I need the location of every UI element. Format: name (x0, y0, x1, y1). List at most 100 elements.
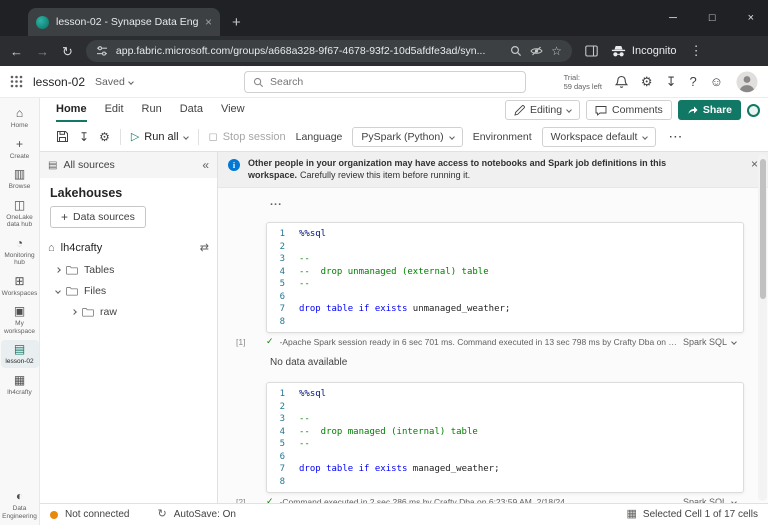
sidebar-item-lh4crafty[interactable]: ▦lh4crafty (1, 371, 39, 399)
code-line[interactable]: 7drop table if exists unmanaged_weather; (267, 303, 743, 316)
close-icon[interactable]: × (748, 12, 754, 24)
sidebar-item-monitoring[interactable]: ◔Monitoring hub (1, 234, 39, 269)
zoom-icon[interactable] (510, 45, 522, 57)
share-button[interactable]: Share (678, 100, 741, 120)
save-status[interactable]: Saved (95, 76, 133, 88)
environment-dropdown[interactable]: Workspace default (542, 127, 657, 147)
help-icon[interactable]: ? (689, 75, 696, 88)
app-rail: ⌂Home +Create ▥Browse ◫OneLake data hub … (0, 98, 40, 525)
cell-language-selector[interactable]: Spark SQL (683, 497, 736, 504)
stop-session-button[interactable]: ◻Stop session (209, 130, 286, 143)
address-bar[interactable]: app.fabric.microsoft.com/groups/a668a328… (86, 40, 572, 62)
reload-icon[interactable]: ↻ (62, 45, 73, 58)
notebook-settings-icon[interactable]: ⚙ (99, 131, 110, 143)
sidebar-item-my-workspace[interactable]: ▣My workspace (1, 302, 39, 337)
code-line[interactable]: 1%%sql (267, 388, 743, 401)
sidebar-item-data-engineering[interactable]: ◐Data Engineering (1, 487, 39, 522)
code-line[interactable]: 2 (267, 241, 743, 254)
autosave-label[interactable]: AutoSave: On (174, 509, 236, 520)
maximize-icon[interactable]: □ (709, 12, 716, 24)
settings-gear-icon[interactable]: ⚙ (641, 75, 653, 88)
banner-close-icon[interactable]: × (751, 158, 758, 170)
back-icon[interactable]: ← (10, 45, 23, 58)
code-line[interactable]: 5-- (267, 278, 743, 291)
status-bar: Not connected ↻ AutoSave: On ▦ Selected … (40, 503, 768, 525)
tree-item-label: raw (100, 306, 117, 318)
presence-avatar[interactable] (747, 104, 760, 117)
search-input[interactable] (270, 76, 517, 88)
more-options-icon[interactable]: ⋯ (668, 128, 682, 145)
stop-session-label: Stop session (223, 131, 286, 143)
tab-run[interactable]: Run (142, 98, 162, 122)
account-avatar[interactable] (736, 71, 758, 93)
notebook-canvas: i Other people in your organization may … (218, 152, 768, 503)
tree-item-tables[interactable]: Tables (40, 259, 217, 280)
downloads-icon[interactable]: ↧ (666, 75, 677, 88)
all-sources-header[interactable]: ▤ All sources « (40, 152, 217, 178)
collapse-panel-icon[interactable]: « (202, 159, 209, 171)
vertical-scrollbar[interactable] (758, 154, 767, 501)
tune-icon[interactable] (96, 45, 108, 57)
sidebar-item-lesson-02[interactable]: ▤lesson-02 (1, 340, 39, 368)
code-line[interactable]: 4-- drop managed (internal) table (267, 426, 743, 439)
browser-tab[interactable]: lesson-02 - Synapse Data Engin × (28, 8, 220, 36)
minimize-icon[interactable]: ─ (669, 12, 677, 24)
side-panel-icon[interactable] (585, 45, 598, 57)
switch-lakehouse-icon[interactable]: ⇄ (200, 241, 209, 254)
code-line[interactable]: 2 (267, 401, 743, 414)
notebook-cell[interactable]: 1%%sql 2 3-- 4-- drop managed (internal)… (218, 382, 744, 503)
tab-view[interactable]: View (221, 98, 245, 122)
code-editor[interactable]: 1%%sql 2 3-- 4-- drop unmanaged (externa… (266, 222, 744, 333)
feedback-icon[interactable]: ☺ (710, 75, 723, 88)
notebook-title[interactable]: lesson-02 (33, 75, 85, 89)
cell-language-selector[interactable]: Spark SQL (683, 337, 736, 347)
tree-item-files[interactable]: Files (40, 280, 217, 301)
code-line[interactable]: 3-- (267, 413, 743, 426)
editing-mode-button[interactable]: Editing (505, 100, 580, 120)
code-line[interactable]: 8 (267, 476, 743, 489)
code-line[interactable]: 6 (267, 291, 743, 304)
code-line[interactable]: 3-- (267, 253, 743, 266)
code-line[interactable]: 7drop table if exists managed_weather; (267, 463, 743, 476)
notifications-bell-icon[interactable] (615, 75, 628, 89)
sidebar-item-create[interactable]: +Create (1, 135, 39, 163)
code-line[interactable]: 1%%sql (267, 228, 743, 241)
code-line[interactable]: 8 (267, 316, 743, 329)
collapsed-cell-indicator[interactable]: ... (270, 196, 768, 208)
tab-close-icon[interactable]: × (205, 16, 212, 28)
code-token: unmanaged_weather; (413, 303, 511, 316)
global-search[interactable] (244, 71, 526, 93)
tree-item-raw[interactable]: raw (40, 301, 217, 322)
add-data-sources-button[interactable]: +Data sources (50, 206, 146, 228)
notebook-cell[interactable]: 1%%sql 2 3-- 4-- drop unmanaged (externa… (218, 222, 744, 368)
eye-blocked-icon[interactable] (530, 45, 543, 57)
sidebar-item-workspaces[interactable]: ⊞Workspaces (1, 272, 39, 300)
lakehouse-item[interactable]: ⌂ lh4crafty ⇄ (40, 236, 217, 259)
code-line[interactable]: 5-- (267, 438, 743, 451)
waffle-icon[interactable] (10, 75, 23, 88)
run-all-button[interactable]: ▷Run all (131, 130, 188, 143)
sidebar-item-onelake[interactable]: ◫OneLake data hub (1, 196, 39, 231)
banner-text: Other people in your organization may ha… (248, 158, 743, 181)
code-line[interactable]: 6 (267, 451, 743, 464)
language-dropdown[interactable]: PySpark (Python) (352, 127, 462, 147)
save-icon[interactable] (56, 130, 69, 143)
browser-menu-icon[interactable]: ⋮ (690, 43, 703, 59)
code-line[interactable]: 4-- drop unmanaged (external) table (267, 266, 743, 279)
sidebar-item-browse[interactable]: ▥Browse (1, 165, 39, 193)
code-editor[interactable]: 1%%sql 2 3-- 4-- drop managed (internal)… (266, 382, 744, 493)
scrollbar-thumb[interactable] (760, 159, 766, 299)
sidebar-item-home[interactable]: ⌂Home (1, 104, 39, 132)
tab-home[interactable]: Home (56, 98, 87, 122)
info-icon: i (228, 159, 240, 171)
chevron-right-icon (55, 267, 61, 273)
new-tab-button[interactable]: + (232, 15, 241, 30)
plus-icon: + (61, 210, 68, 224)
forward-icon[interactable]: → (36, 45, 49, 58)
cell-output: No data available (270, 357, 744, 368)
tab-edit[interactable]: Edit (105, 98, 124, 122)
export-download-icon[interactable]: ↧ (79, 131, 89, 143)
tab-data[interactable]: Data (180, 98, 203, 122)
comments-button[interactable]: Comments (586, 100, 672, 120)
bookmark-star-icon[interactable]: ☆ (551, 45, 562, 57)
